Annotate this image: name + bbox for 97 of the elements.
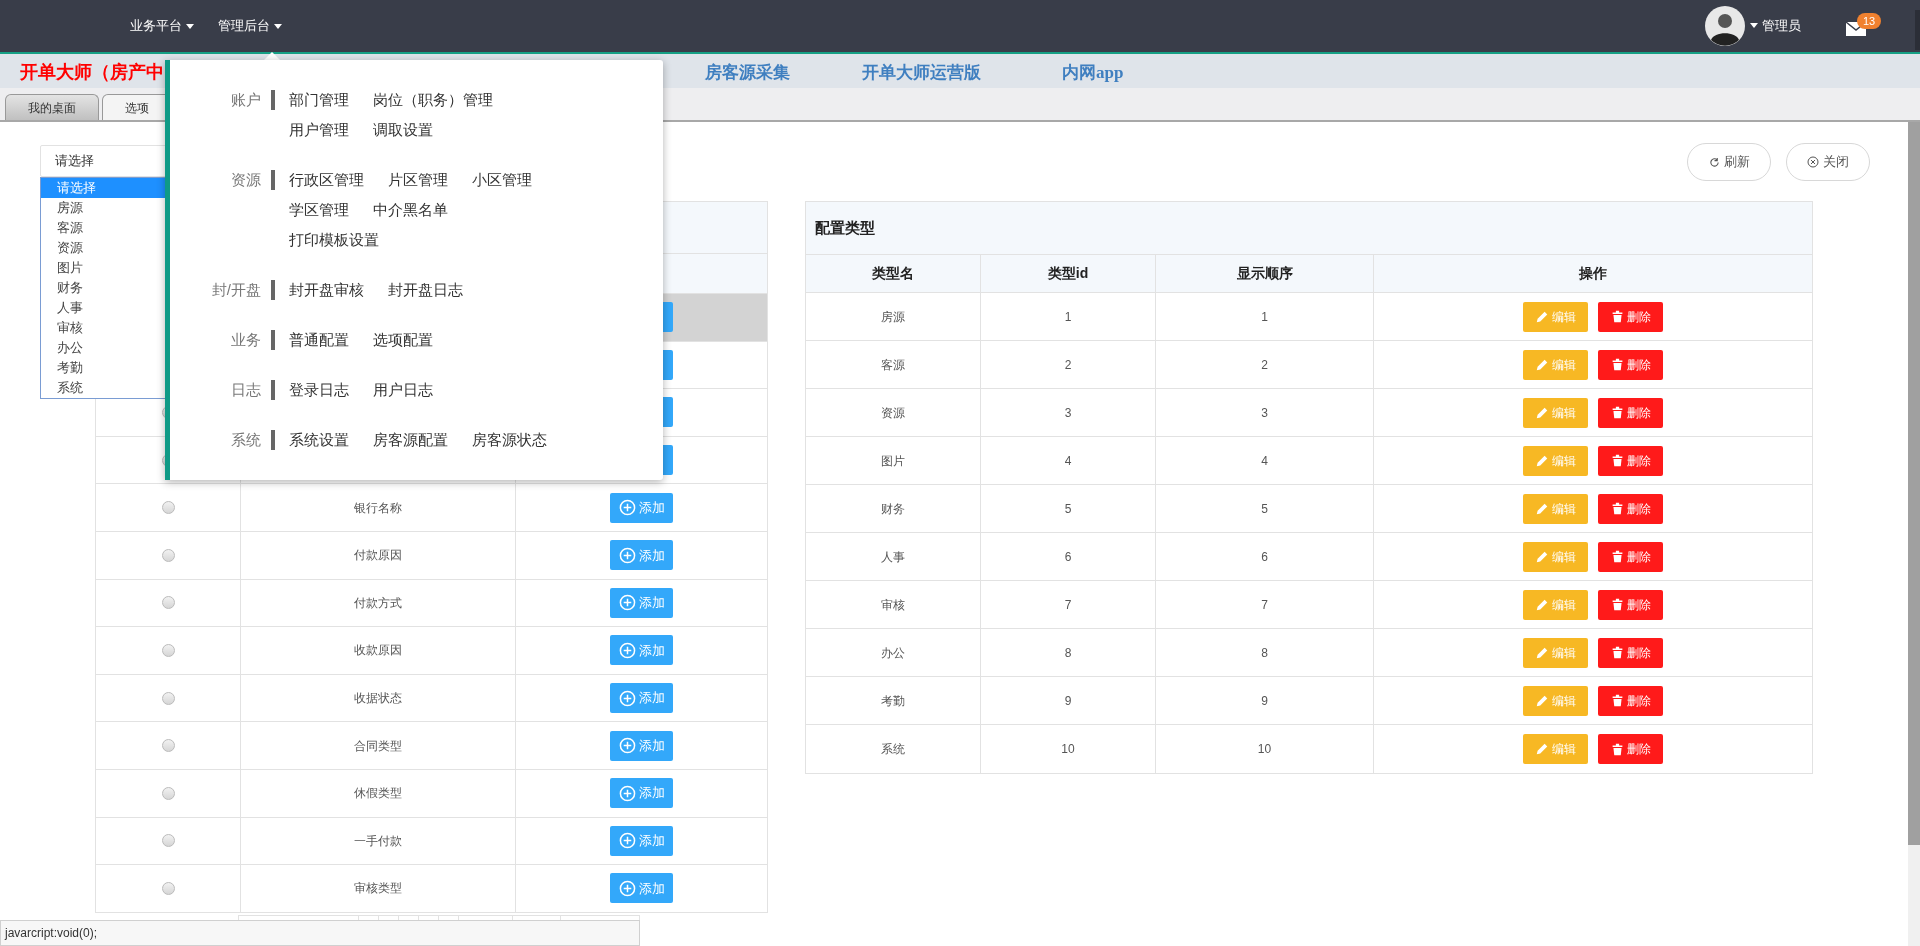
- nav-menu-item[interactable]: 管理后台: [218, 16, 282, 36]
- table-cell: 财务: [806, 485, 981, 532]
- table-cell: 办公: [806, 629, 981, 676]
- menu-item[interactable]: 行政区管理: [289, 170, 364, 190]
- nav-menu-item[interactable]: 业务平台: [130, 16, 194, 36]
- page-tab[interactable]: 我的桌面: [5, 94, 99, 120]
- menu-group-label: 账户: [231, 90, 261, 110]
- table-cell-text: 合同类型: [354, 737, 402, 755]
- table-row[interactable]: 审核类型 添加: [96, 865, 767, 913]
- brand-title: 开单大师（房产中: [20, 61, 164, 84]
- table-cell: 人事: [806, 533, 981, 580]
- column-header: 操作: [1578, 264, 1608, 283]
- table-cell: 系统: [806, 725, 981, 773]
- menu-group-label: 资源: [231, 170, 261, 190]
- menu-item[interactable]: 系统设置: [289, 430, 349, 450]
- table-row[interactable]: 付款原因 添加: [96, 531, 767, 580]
- column-header: 显示顺序: [1156, 255, 1374, 292]
- table-cell: 7: [981, 581, 1156, 628]
- menu-item[interactable]: 普通配置: [289, 330, 349, 350]
- table-cell: 7: [1156, 581, 1374, 628]
- table-cell: 图片: [806, 437, 981, 484]
- table-cell: 5: [1156, 485, 1374, 532]
- close-button[interactable]: 关闭: [1786, 143, 1870, 181]
- menu-group-label: 业务: [231, 330, 261, 350]
- menu-item[interactable]: 打印模板设置: [289, 230, 379, 250]
- table-cell: 3: [1156, 389, 1374, 436]
- menu-item[interactable]: 用户日志: [373, 380, 433, 400]
- table-cell: 资源: [806, 389, 981, 436]
- table-row[interactable]: 收款原因 添加: [96, 627, 767, 675]
- table-cell: 9: [1156, 677, 1374, 724]
- table-cell: 6: [981, 533, 1156, 580]
- table-cell: 4: [981, 437, 1156, 484]
- refresh-button[interactable]: 刷新: [1687, 143, 1771, 181]
- table-cell: 考勤: [806, 677, 981, 724]
- notification-badge: 13: [1857, 13, 1882, 29]
- table-cell: 房源: [806, 293, 981, 340]
- table-cell: 审核: [806, 581, 981, 628]
- delete-button[interactable]: 删除: [1598, 349, 1663, 380]
- table-cell: 2: [1156, 341, 1374, 388]
- menu-group-label: 日志: [231, 380, 261, 400]
- delete-button[interactable]: 删除: [1598, 589, 1663, 620]
- menu-group-label: 系统: [231, 430, 261, 450]
- menu-item[interactable]: 中介黑名单: [373, 200, 448, 220]
- menu-item[interactable]: 封开盘审核: [289, 280, 364, 300]
- menu-item[interactable]: 部门管理: [289, 90, 349, 110]
- table-cell-text: 付款原因: [354, 547, 402, 565]
- delete-button[interactable]: 删除: [1598, 637, 1663, 668]
- table-cell: 5: [981, 485, 1156, 532]
- menu-item[interactable]: 小区管理: [472, 170, 532, 190]
- table-cell: 6: [1156, 533, 1374, 580]
- table-cell-text: 收款原因: [354, 642, 402, 660]
- menu-group-label: 封/开盘: [211, 280, 261, 300]
- table-cell-text: 一手付款: [354, 832, 402, 850]
- menu-item[interactable]: 登录日志: [289, 380, 349, 400]
- table-cell: 2: [981, 341, 1156, 388]
- table-cell-text: 付款方式: [354, 594, 402, 612]
- table-row[interactable]: 合同类型 添加: [96, 722, 767, 770]
- delete-button[interactable]: 删除: [1598, 301, 1663, 332]
- table-cell: 8: [981, 629, 1156, 676]
- table-cell: 4: [1156, 437, 1374, 484]
- delete-button[interactable]: 删除: [1598, 734, 1663, 764]
- status-tooltip: javarcript:void(0);: [0, 920, 640, 946]
- table-cell-text: 审核类型: [354, 880, 402, 898]
- delete-button[interactable]: 删除: [1598, 445, 1663, 476]
- menu-item[interactable]: 学区管理: [289, 200, 349, 220]
- menu-item[interactable]: 用户管理: [289, 120, 349, 140]
- table-cell-text: 银行名称: [354, 499, 402, 517]
- table-cell: 客源: [806, 341, 981, 388]
- table-title: 配置类型: [806, 202, 1812, 255]
- table-row[interactable]: 一手付款 添加: [96, 817, 767, 866]
- table-cell: 3: [981, 389, 1156, 436]
- delete-button[interactable]: 删除: [1598, 541, 1663, 572]
- menu-item[interactable]: 房客源状态: [472, 430, 547, 450]
- table-cell: 8: [1156, 629, 1374, 676]
- table-cell: 10: [981, 725, 1156, 773]
- menu-item[interactable]: 岗位（职务）管理: [373, 90, 493, 110]
- menu-item[interactable]: 调取设置: [373, 120, 433, 140]
- menu-item[interactable]: 选项配置: [373, 330, 433, 350]
- table-row[interactable]: 银行名称 添加: [96, 484, 767, 532]
- table-cell-text: 休假类型: [354, 785, 402, 803]
- table-cell-text: 收据状态: [354, 690, 402, 708]
- menu-item[interactable]: 封开盘日志: [388, 280, 463, 300]
- column-header: 类型id: [981, 255, 1156, 292]
- table-cell: 1: [981, 293, 1156, 340]
- table-row[interactable]: 付款方式 添加: [96, 579, 767, 628]
- menu-item[interactable]: 片区管理: [388, 170, 448, 190]
- table-cell: 10: [1156, 725, 1374, 773]
- delete-button[interactable]: 删除: [1598, 493, 1663, 524]
- table-cell: 9: [981, 677, 1156, 724]
- table-cell: 1: [1156, 293, 1374, 340]
- column-header: 类型名: [806, 255, 981, 292]
- user-menu[interactable]: 管理员: [1750, 16, 1801, 36]
- menu-item[interactable]: 房客源配置: [373, 430, 448, 450]
- delete-button[interactable]: 删除: [1598, 397, 1663, 428]
- delete-button[interactable]: 删除: [1598, 685, 1663, 716]
- table-row[interactable]: 休假类型 添加: [96, 769, 767, 818]
- table-row[interactable]: 收据状态 添加: [96, 674, 767, 723]
